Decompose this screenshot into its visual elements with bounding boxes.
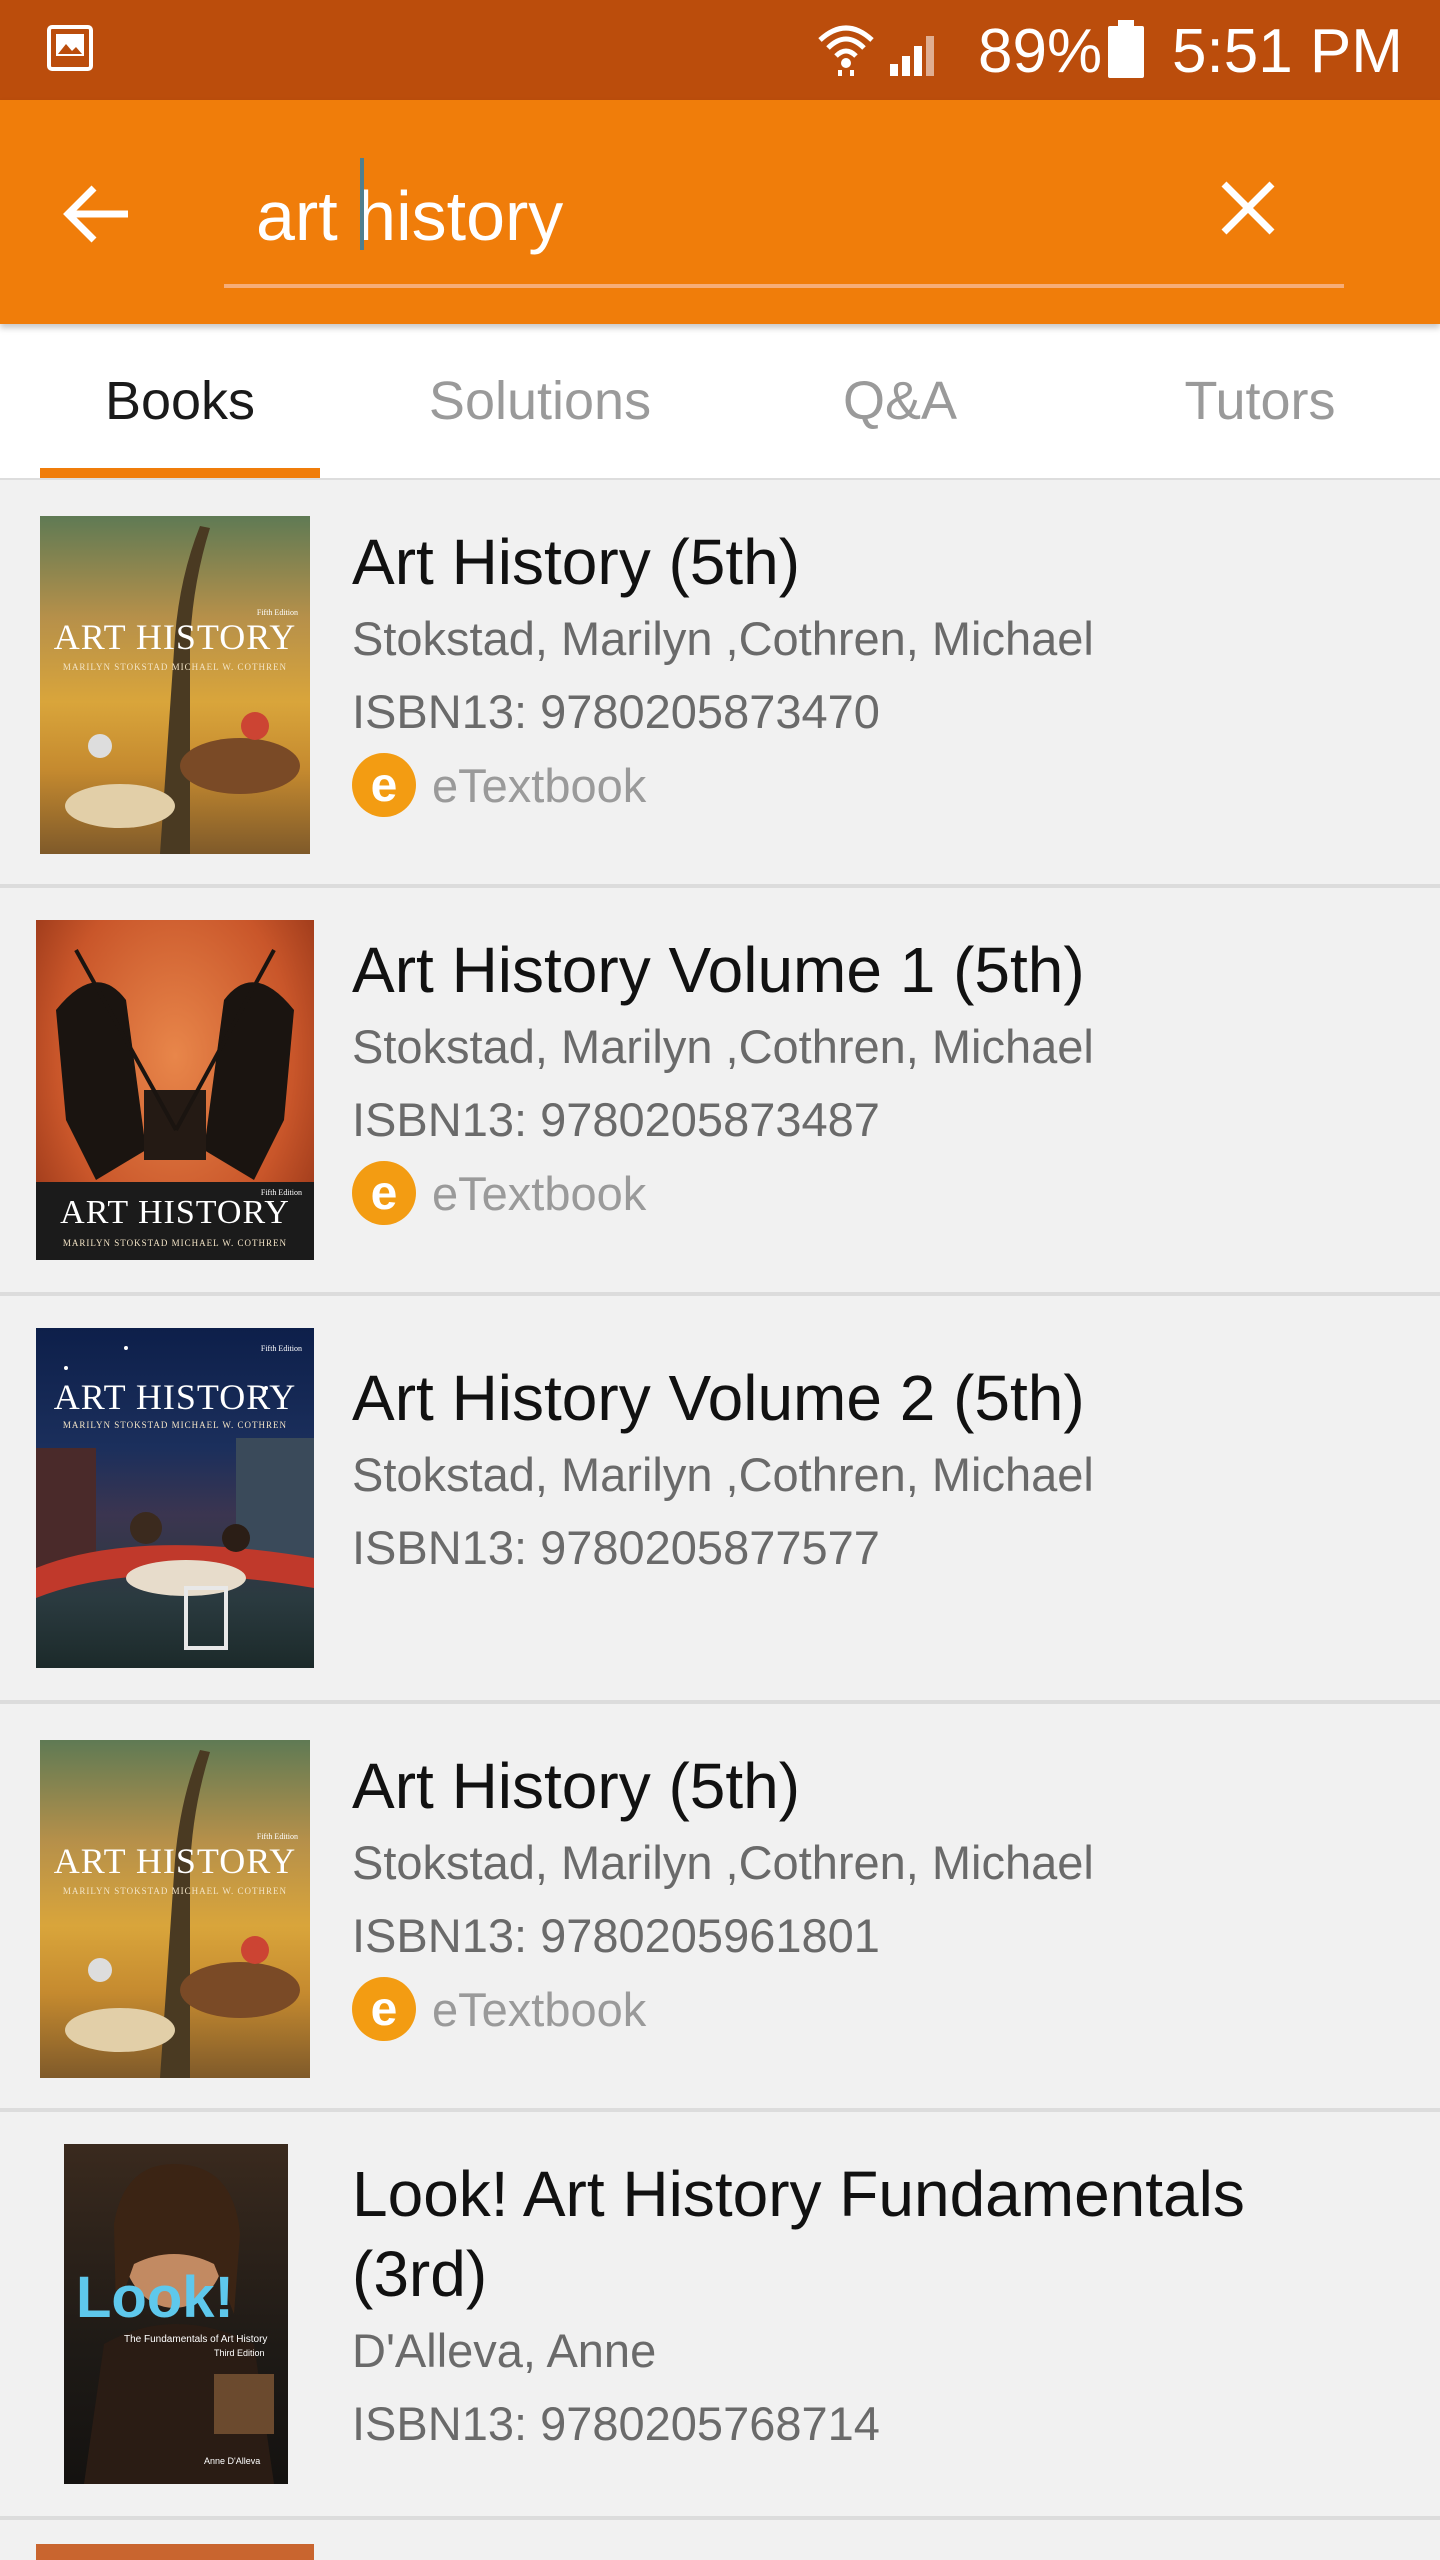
cover-title: ART HISTORY (53, 1841, 297, 1881)
cover-title: ART HISTORY (53, 1377, 297, 1417)
etextbook-tag: e eTextbook (352, 748, 1094, 822)
cover-title: Look! (76, 2265, 234, 2330)
book-authors: Stokstad, Marilyn ,Cothren, Michael (352, 1836, 1094, 1889)
battery-percent: 89% (978, 17, 1103, 86)
book-isbn: ISBN13: 9780205768714 (352, 2397, 880, 2450)
signal-icon (890, 36, 934, 76)
book-cover: Look! The Fundamentals of Art History Th… (64, 2144, 288, 2484)
book-results-list: Fifth Edition ART HISTORY MARILYN STOKST… (0, 480, 1440, 2560)
etextbook-icon: e (352, 753, 416, 817)
list-item[interactable]: Fifth Edition ART HISTORY MARILYN STOKST… (0, 1296, 1440, 1704)
close-icon[interactable] (1210, 170, 1286, 246)
arrow-left-icon[interactable] (56, 174, 136, 254)
book-title: Art History Volume 1 (5th) (352, 934, 1085, 1006)
status-bar: 89% 5:51 PM (0, 0, 1440, 100)
cover-title: ART HISTORY (53, 617, 297, 657)
search-input[interactable] (256, 166, 1136, 266)
book-cover: Fifth Edition ART HISTORY MARILYN STOKST… (40, 516, 310, 854)
book-title: Art History Volume 2 (5th) (352, 1362, 1085, 1434)
book-cover: Fifth Edition ART HISTORY MARILYN STOKST… (36, 920, 314, 1260)
book-isbn: ISBN13: 9780205877577 (352, 1521, 880, 1574)
book-title: Art History (5th) (352, 526, 801, 598)
etextbook-label: eTextbook (432, 1982, 647, 2036)
tab-indicator (40, 468, 320, 478)
tab-solutions[interactable]: Solutions (400, 324, 680, 478)
book-cover (36, 2544, 314, 2560)
etextbook-tag: e eTextbook (352, 1156, 1094, 1230)
search-toolbar (0, 100, 1440, 324)
book-cover: Fifth Edition ART HISTORY MARILYN STOKST… (36, 1328, 314, 1668)
book-cover: Fifth Edition ART HISTORY MARILYN STOKST… (40, 1740, 310, 2078)
book-info: Art History Volume 2 (5th) Stokstad, Mar… (352, 1358, 1094, 1584)
book-isbn: ISBN13: 9780205873470 (352, 685, 880, 738)
etextbook-label: eTextbook (432, 1166, 647, 1220)
tab-tutors[interactable]: Tutors (1120, 324, 1400, 478)
book-info: Art History (5th) Stokstad, Marilyn ,Cot… (352, 1746, 1094, 2046)
list-item[interactable]: Fifth Edition ART HISTORY MARILYN STOKST… (0, 480, 1440, 888)
book-title: Art History (5th) (352, 1750, 801, 1822)
book-authors: Stokstad, Marilyn ,Cothren, Michael (352, 612, 1094, 665)
list-item[interactable]: Fifth Edition ART HISTORY MARILYN STOKST… (0, 888, 1440, 1296)
text-caret (360, 158, 364, 250)
book-info: Art History Volume 1 (5th) Stokstad, Mar… (352, 930, 1094, 1230)
book-title: Look! Art History Fundamentals (3rd) (352, 2158, 1245, 2310)
book-isbn: ISBN13: 9780205873487 (352, 1093, 880, 1146)
book-info: Art History (5th) Stokstad, Marilyn ,Cot… (352, 522, 1094, 822)
etextbook-icon: e (352, 1977, 416, 2041)
etextbook-icon: e (352, 1161, 416, 1225)
book-info: Look! Art History Fundamentals (3rd) D'A… (352, 2154, 1372, 2460)
list-item[interactable]: Look! The Fundamentals of Art History Th… (0, 2112, 1440, 2520)
battery-icon (1108, 20, 1144, 78)
search-field[interactable] (224, 150, 1344, 288)
gallery-icon (47, 25, 93, 71)
tab-qa[interactable]: Q&A (760, 324, 1040, 478)
cover-title: ART HISTORY (60, 1194, 290, 1231)
book-authors: D'Alleva, Anne (352, 2324, 657, 2377)
book-isbn: ISBN13: 9780205961801 (352, 1909, 880, 1962)
list-item[interactable] (0, 2520, 1440, 2560)
book-authors: Stokstad, Marilyn ,Cothren, Michael (352, 1448, 1094, 1501)
clock: 5:51 PM (1172, 17, 1403, 86)
tab-bar: Books Solutions Q&A Tutors (0, 324, 1440, 481)
wifi-icon (818, 25, 874, 76)
list-item[interactable]: Fifth Edition ART HISTORY MARILYN STOKST… (0, 1704, 1440, 2112)
tab-books[interactable]: Books (40, 324, 320, 478)
book-authors: Stokstad, Marilyn ,Cothren, Michael (352, 1020, 1094, 1073)
etextbook-tag: e eTextbook (352, 1972, 1094, 2046)
etextbook-label: eTextbook (432, 758, 647, 812)
